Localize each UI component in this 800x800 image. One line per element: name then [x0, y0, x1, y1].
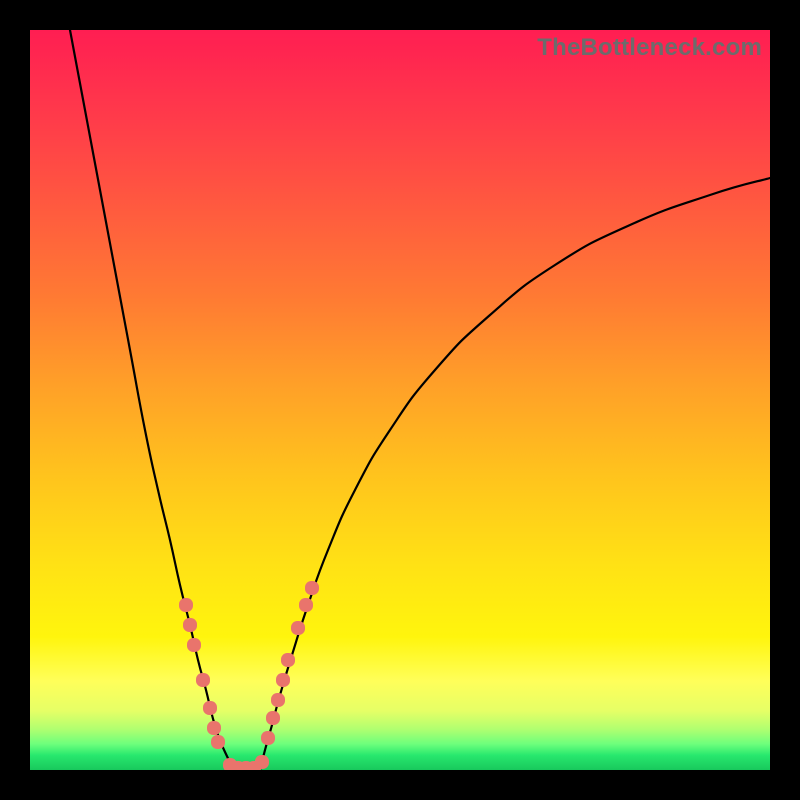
data-marker: [211, 735, 225, 749]
data-marker: [187, 638, 201, 652]
data-marker: [261, 731, 275, 745]
data-marker: [271, 693, 285, 707]
data-marker: [276, 673, 290, 687]
data-marker: [266, 711, 280, 725]
curve-right: [260, 178, 770, 770]
chart-svg: [30, 30, 770, 770]
data-marker: [207, 721, 221, 735]
data-marker: [183, 618, 197, 632]
data-marker: [281, 653, 295, 667]
curve-left: [70, 30, 234, 770]
data-marker: [203, 701, 217, 715]
data-markers: [179, 581, 319, 770]
data-marker: [299, 598, 313, 612]
data-marker: [179, 598, 193, 612]
data-marker: [305, 581, 319, 595]
chart-frame: TheBottleneck.com: [0, 0, 800, 800]
data-marker: [291, 621, 305, 635]
data-marker: [196, 673, 210, 687]
plot-area: TheBottleneck.com: [30, 30, 770, 770]
data-marker: [255, 755, 269, 769]
